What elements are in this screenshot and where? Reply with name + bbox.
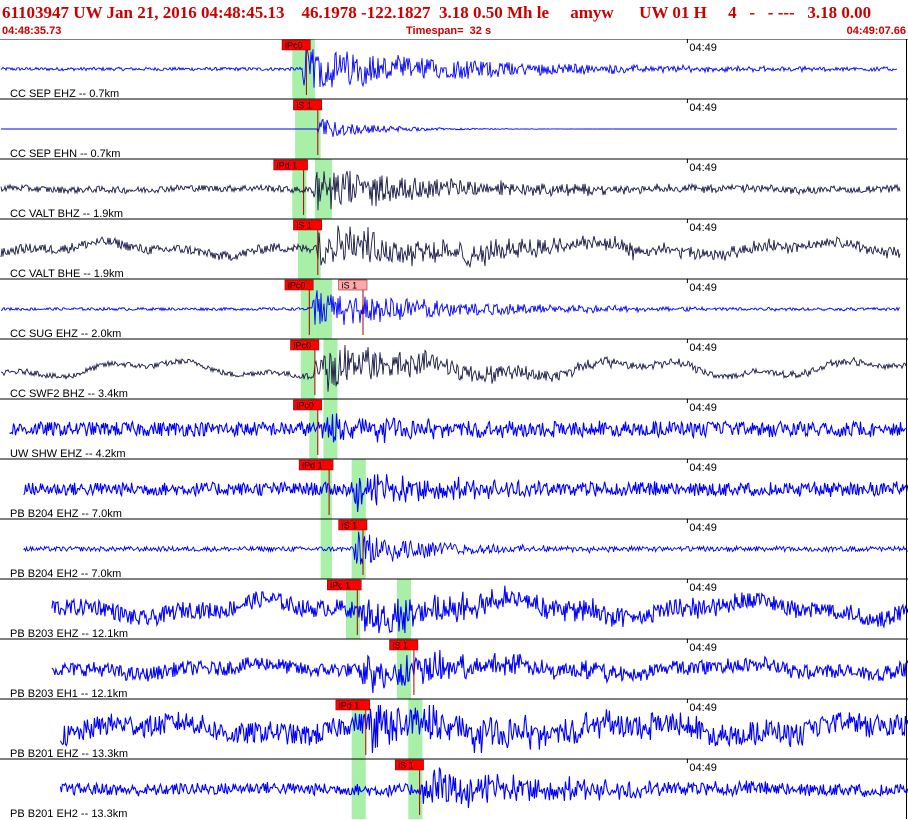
pick-label: iS 1 [393,641,409,651]
header-bar: 61103947 UW Jan 21, 2016 04:48:45.13 46.… [0,0,908,40]
waveform-trace [0,344,907,392]
waveform-trace [23,531,908,565]
start-time-label: 04:48:35.73 [2,25,62,37]
time-tick-label: 04:49 [689,522,717,534]
end-time-label: 04:49:07.66 [846,25,906,37]
pick-label: iS 1 [296,221,312,231]
pick-label: iPd 1 [277,161,298,171]
pick-label: iS 1 [296,101,312,111]
waveform-trace [59,767,908,809]
time-tick-label: 04:49 [689,102,717,114]
station-label: CC SEP EHN -- 0.7km [10,148,120,160]
waveform-trace [0,46,898,88]
time-tick-label: 04:49 [689,42,717,54]
pick-label: iS 1 [342,521,358,531]
waveform-trace [0,170,901,211]
pick-label: iS 1 [342,281,358,291]
time-tick-label: 04:49 [689,162,717,174]
time-tick-label: 04:49 [689,282,717,294]
time-tick-label: 04:49 [689,642,717,654]
pick-label: iPc0 [294,341,312,351]
waveform-trace [51,649,908,694]
station-label: CC SWF2 BHZ -- 3.4km [10,388,128,400]
station-label: CC SEP EHZ -- 0.7km [10,88,119,100]
pick-label: iPc0 [296,401,314,411]
waveform-trace [9,413,906,443]
waveform-trace [23,474,908,512]
pick-label: iPc0 [285,41,303,51]
time-tick-label: 04:49 [689,402,717,414]
station-label: CC SUG EHZ -- 2.0km [10,328,121,340]
time-tick-label: 04:49 [689,582,717,594]
pick-label: iPd 1 [302,461,323,471]
station-label: PB B203 EH1 -- 12.1km [10,688,127,700]
time-tick-label: 04:49 [689,762,717,774]
station-label: PB B203 EHZ -- 12.1km [10,628,128,640]
station-label: UW SHW EHZ -- 4.2km [10,448,126,460]
time-tick-label: 04:49 [689,702,717,714]
time-tick-label: 04:49 [689,462,717,474]
pick-label: iS 1 [398,761,414,771]
station-label: PB B204 EHZ -- 7.0km [10,508,122,520]
station-label: CC VALT BHE -- 1.9km [10,268,124,280]
waveform-trace [1,118,897,137]
pick-label: iPc 1 [330,581,350,591]
seismogram-plot: iPc0 04:49 CC SEP EHZ -- 0.7km iS 1 04:49 CC … [0,39,908,820]
pick-label: iPd 1 [339,701,360,711]
station-label: PB B204 EH2 -- 7.0km [10,568,121,580]
event-title: 61103947 UW Jan 21, 2016 04:48:45.13 46.… [2,3,872,22]
station-label: PB B201 EHZ -- 13.3km [10,748,128,760]
waveform-trace [0,290,901,326]
time-tick-label: 04:49 [689,342,717,354]
station-label: CC VALT BHZ -- 1.9km [10,208,123,220]
waveform-trace [51,585,908,634]
pick-label: iPc0 [288,281,306,291]
waveform-trace [0,225,901,269]
station-label: PB B201 EH2 -- 13.3km [10,808,127,820]
time-tick-label: 04:49 [689,222,717,234]
timespan-label: Timespan= 32 s [406,25,492,37]
waveform-trace [59,704,908,754]
